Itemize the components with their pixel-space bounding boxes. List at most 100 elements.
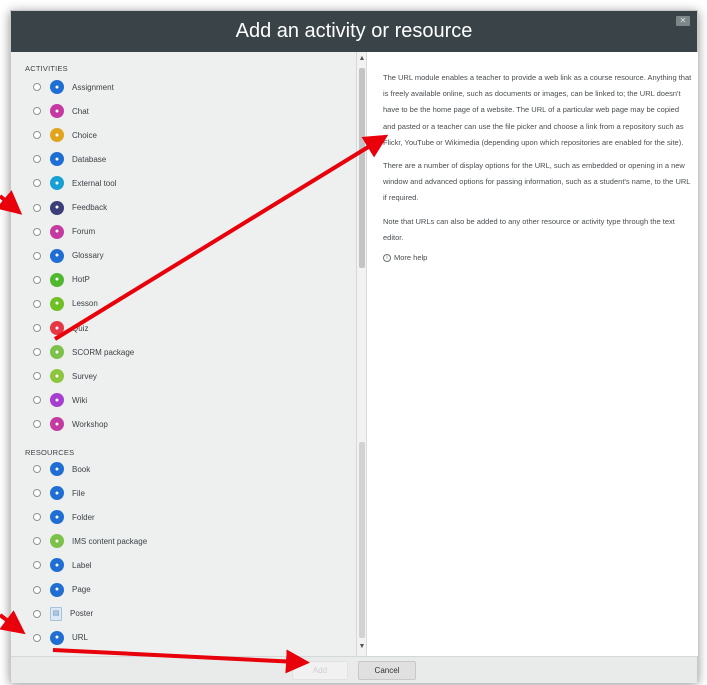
option-label: Page [72, 585, 91, 594]
module-option-lesson[interactable]: ● Lesson [33, 293, 333, 315]
module-option-ims-content-package[interactable]: ● IMS content package [33, 530, 333, 552]
module-option-survey[interactable]: ● Survey [33, 365, 333, 387]
module-option-url[interactable]: ● URL [33, 627, 333, 649]
module-option-file[interactable]: ● File [33, 482, 333, 504]
close-icon[interactable]: ✕ [676, 16, 690, 26]
module-option-feedback[interactable]: ● Feedback [33, 197, 333, 219]
option-label: Poster [70, 609, 94, 619]
quiz-icon: ● [50, 321, 64, 335]
option-label: Feedback [72, 203, 108, 212]
database-icon: ● [50, 152, 64, 167]
option-label: File [72, 488, 85, 498]
help-paragraph-2: There are a number of display options fo… [383, 161, 691, 203]
module-option-wiki[interactable]: ● Wiki [33, 389, 333, 411]
assignment-icon: ● [50, 80, 64, 94]
radio-button[interactable] [33, 561, 41, 570]
module-option-label[interactable]: ● Label [33, 554, 333, 576]
more-help-label: More help [394, 253, 428, 263]
add-button[interactable]: Add [292, 660, 348, 680]
module-option-database[interactable]: ● Database [33, 148, 333, 170]
module-option-workshop[interactable]: ● Workshop [33, 413, 333, 435]
option-label: Database [72, 154, 107, 164]
module-option-scorm-package[interactable]: ● SCORM package [33, 341, 333, 363]
option-label: IMS content package [72, 536, 148, 546]
option-label: Forum [72, 227, 96, 237]
radio-button[interactable] [33, 420, 41, 429]
radio-button[interactable] [33, 537, 41, 546]
radio-button[interactable] [33, 227, 41, 236]
radio-button[interactable] [33, 513, 41, 522]
module-option-choice[interactable]: ● Choice [33, 124, 333, 146]
hotpot-icon: ● [50, 272, 64, 287]
workshop-icon: ● [50, 417, 64, 432]
option-label: Label [72, 560, 92, 570]
folder-icon: ● [50, 510, 64, 525]
radio-button[interactable] [33, 83, 41, 91]
scorm-icon: ● [50, 345, 64, 360]
forum-icon: ● [50, 224, 64, 239]
module-option-book[interactable]: ● Book [33, 458, 333, 480]
page-icon: ● [50, 582, 64, 597]
module-option-assignment[interactable]: ● Assignment [33, 76, 333, 98]
scroll-thumb[interactable] [359, 68, 365, 268]
option-label: External tool [72, 178, 117, 188]
lesson-icon: ● [50, 296, 64, 311]
radio-button[interactable] [33, 299, 41, 308]
resources-heading: RESOURCES [25, 448, 75, 457]
module-option-page[interactable]: ● Page [33, 579, 333, 601]
label-icon: ● [50, 558, 64, 573]
help-pane: The URL module enables a teacher to prov… [368, 52, 698, 656]
glossary-icon: ● [50, 248, 64, 263]
module-list-scrollbar[interactable]: ▲ ▼ [357, 52, 367, 656]
radio-button[interactable] [33, 348, 41, 357]
radio-button[interactable] [33, 489, 41, 498]
cancel-button[interactable]: Cancel [358, 660, 416, 680]
radio-button[interactable] [33, 275, 41, 284]
option-label: Folder [72, 512, 95, 522]
option-label: Chat [72, 106, 89, 116]
radio-button[interactable] [33, 179, 41, 188]
module-option-hotp[interactable]: ● HotP [33, 269, 333, 291]
radio-button[interactable] [33, 107, 41, 116]
dialog-footer: Add Cancel [11, 656, 697, 683]
module-option-chat[interactable]: ● Chat [33, 100, 333, 122]
scroll-down-icon[interactable]: ▼ [357, 642, 367, 652]
module-option-external-tool[interactable]: ● External tool [33, 172, 333, 194]
radio-button[interactable] [33, 251, 41, 260]
help-paragraph-3: Note that URLs can also be added to any … [383, 216, 675, 242]
book-icon: ● [50, 462, 64, 476]
radio-button[interactable] [33, 396, 41, 405]
module-option-quiz[interactable]: ● Quiz [33, 317, 333, 339]
url-icon: ● [50, 630, 64, 645]
add-activity-dialog: Add an activity or resource ✕ ACTIVITIES… [10, 10, 698, 683]
option-label: Workshop [72, 419, 108, 429]
option-label: Wiki [72, 395, 88, 405]
chat-icon: ● [50, 104, 64, 119]
option-label: Survey [72, 371, 97, 381]
radio-button[interactable] [33, 324, 41, 332]
poster-icon: ▤ [50, 606, 62, 621]
radio-button[interactable] [33, 131, 41, 140]
option-label: Glossary [72, 251, 104, 261]
ims-package-icon: ● [50, 534, 64, 549]
dialog-title: Add an activity or resource [235, 20, 473, 42]
dialog-header: Add an activity or resource ✕ [11, 11, 697, 52]
radio-button[interactable] [33, 633, 41, 642]
option-label: Book [72, 464, 91, 474]
radio-button[interactable] [33, 465, 41, 473]
radio-button[interactable] [33, 372, 41, 381]
module-option-folder[interactable]: ● Folder [33, 506, 333, 528]
module-option-glossary[interactable]: ● Glossary [33, 245, 333, 267]
option-label: SCORM package [72, 347, 135, 357]
module-option-poster[interactable]: ▤ Poster [33, 603, 333, 625]
radio-button[interactable] [33, 609, 41, 618]
radio-button[interactable] [33, 203, 41, 212]
scroll-track-lower [359, 442, 365, 638]
more-help-link[interactable]: i More help [383, 253, 692, 262]
radio-button[interactable] [33, 585, 41, 594]
scroll-up-icon[interactable]: ▲ [357, 54, 367, 64]
help-paragraph-1: The URL module enables a teacher to prov… [383, 73, 692, 147]
module-option-forum[interactable]: ● Forum [33, 221, 333, 243]
radio-button[interactable] [33, 155, 41, 164]
survey-icon: ● [50, 369, 64, 384]
